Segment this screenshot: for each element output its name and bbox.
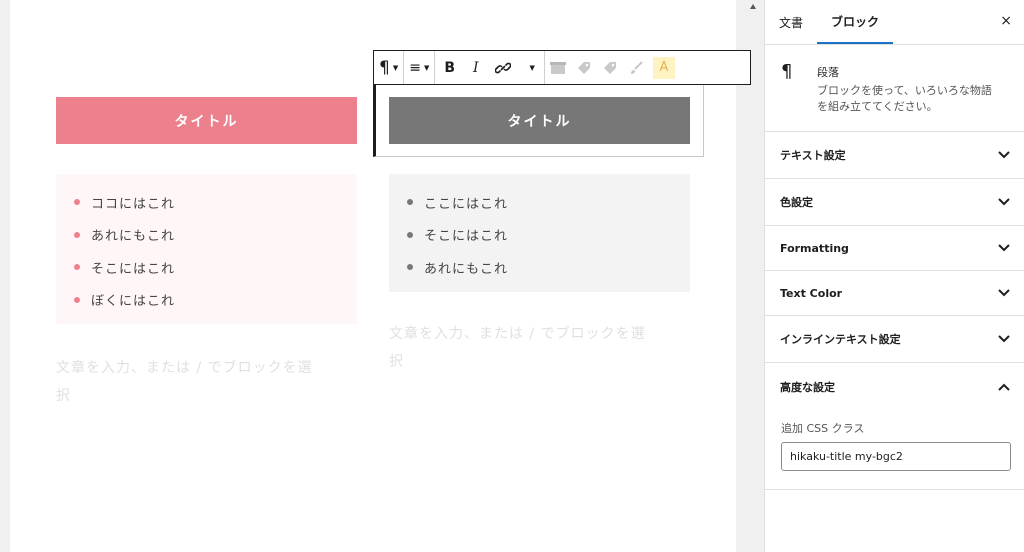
toolbar-group-block: ¶ ▼ [374, 51, 405, 84]
link-button[interactable] [488, 51, 518, 84]
panel-title: 色設定 [780, 196, 813, 209]
italic-button[interactable]: I [464, 51, 488, 84]
sidebar-tabs: 文書 ブロック × [765, 0, 1024, 45]
italic-icon: I [473, 59, 479, 76]
editor-screen: タイトル ココにはこれ あれにもこれ そこにはこれ ぼくにはこれ 文章を入力、ま… [0, 0, 1024, 552]
list-item-text: ここにはこれ [424, 196, 509, 212]
toolbar-group-align: ≡ ▼ [404, 51, 436, 84]
list-item-text: そこにはこれ [424, 229, 509, 245]
list-item-text: そこにはこれ [91, 261, 176, 277]
bullet-icon [74, 231, 80, 238]
toolbar-group-extras: A [545, 51, 679, 84]
block-type-switcher-button[interactable]: ¶ ▼ [374, 51, 403, 84]
panel-text-settings[interactable]: テキスト設定 [765, 132, 1024, 179]
bold-button[interactable]: B [435, 51, 464, 84]
css-class-label: 追加 CSS クラス [781, 422, 865, 435]
list-item-text: ぼくにはこれ [91, 294, 176, 310]
list-item: そこにはこれ [389, 219, 690, 252]
chevron-down-icon [998, 198, 1010, 206]
bold-icon: B [444, 59, 456, 76]
panel-advanced[interactable]: 高度な設定 [765, 363, 1024, 410]
bullet-icon [74, 199, 80, 206]
caret-down-icon: ▼ [529, 63, 535, 72]
chevron-down-icon [998, 151, 1010, 159]
left-title-block[interactable]: タイトル [56, 97, 357, 144]
panel-title: Text Color [780, 286, 843, 300]
paragraph-block-icon: ¶ [781, 61, 793, 82]
panel-title: テキスト設定 [780, 149, 846, 162]
bullet-icon [407, 199, 413, 206]
tag-button[interactable] [571, 51, 597, 84]
list-item-text: ココにはこれ [91, 196, 176, 212]
chevron-down-icon [998, 335, 1010, 343]
right-paragraph-placeholder[interactable]: 文章を入力、または / でブロックを選択 [389, 320, 659, 376]
tab-document[interactable]: 文書 [765, 0, 817, 44]
list-item-text: あれにもこれ [424, 261, 509, 277]
list-item-text: あれにもこれ [91, 229, 176, 245]
panel-title: Formatting [780, 241, 849, 255]
block-info-text: 段落 ブロックを使って、いろいろな物語を組み立ててください。 [817, 61, 997, 131]
list-item: ぼくにはこれ [56, 284, 357, 317]
right-list-block[interactable]: ここにはこれ そこにはこれ あれにもこれ [389, 174, 690, 292]
highlight-icon: A [652, 56, 675, 79]
caret-down-icon: ▼ [392, 63, 399, 72]
link-icon [494, 62, 511, 73]
chevron-down-icon [998, 244, 1010, 252]
align-left-icon: ≡ [409, 59, 421, 76]
list-item: ここにはこれ [389, 186, 690, 219]
settings-sidebar: 文書 ブロック × ¶ 段落 ブロックを使って、いろいろな物語を組み立ててくださ… [764, 0, 1024, 552]
toolbar-group-format: B I ▼ [435, 51, 545, 84]
block-toolbar: ¶ ▼ ≡ ▼ B I ▼ A [373, 50, 751, 85]
text-align-button[interactable]: ≡ ▼ [404, 51, 434, 84]
pilcrow-icon: ¶ [379, 57, 390, 78]
left-paragraph-placeholder[interactable]: 文章を入力、または / でブロックを選択 [56, 354, 326, 410]
block-description: ブロックを使って、いろいろな物語を組み立ててください。 [817, 84, 992, 113]
right-title-block[interactable]: タイトル [389, 97, 690, 144]
panel-color-settings[interactable]: 色設定 [765, 179, 1024, 226]
panel-title: インラインテキスト設定 [780, 333, 901, 346]
chevron-down-icon [998, 289, 1010, 297]
highlight-button[interactable]: A [649, 51, 679, 84]
tag-icon [577, 61, 590, 74]
css-class-input[interactable] [781, 442, 1011, 471]
more-formatting-button[interactable]: ▼ [518, 51, 544, 84]
panel-text-color[interactable]: Text Color [765, 271, 1024, 316]
scroll-up-arrow-icon[interactable] [750, 4, 756, 9]
bullet-icon [74, 296, 80, 303]
list-item: そこにはこれ [56, 251, 357, 284]
block-info-card: ¶ 段落 ブロックを使って、いろいろな物語を組み立ててください。 [765, 45, 1024, 132]
left-list-block[interactable]: ココにはこれ あれにもこれ そこにはこれ ぼくにはこれ [56, 174, 357, 324]
bullet-icon [74, 264, 80, 271]
list-item: あれにもこれ [56, 219, 357, 252]
right-title-text: タイトル [507, 113, 572, 130]
brush-button[interactable] [623, 51, 649, 84]
marker-button[interactable] [545, 51, 571, 84]
bullet-icon [407, 231, 413, 238]
list-item: ココにはこれ [56, 186, 357, 219]
tag-alt-button[interactable] [597, 51, 623, 84]
bullet-icon [407, 264, 413, 271]
tab-block[interactable]: ブロック [817, 0, 894, 44]
tag-icon [603, 61, 616, 74]
box-icon [549, 61, 566, 74]
left-title-text: タイトル [174, 113, 239, 130]
close-icon[interactable]: × [1000, 13, 1012, 29]
advanced-panel-body: 追加 CSS クラス [765, 410, 1024, 490]
brush-icon [630, 60, 643, 74]
caret-down-icon: ▼ [423, 63, 430, 72]
panel-inline-text-settings[interactable]: インラインテキスト設定 [765, 316, 1024, 363]
list-item: あれにもこれ [389, 251, 690, 284]
panel-formatting[interactable]: Formatting [765, 226, 1024, 271]
chevron-up-icon [998, 383, 1010, 391]
block-name: 段落 [817, 66, 839, 79]
panel-title: 高度な設定 [780, 380, 835, 394]
